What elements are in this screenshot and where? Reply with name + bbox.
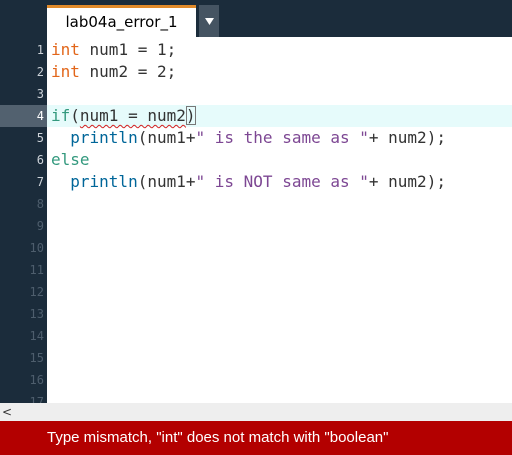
code-token: ( [70, 106, 80, 125]
code-token: int [51, 40, 80, 59]
line-number: 10 [29, 241, 44, 255]
code-line: println(num1+" is the same as "+ num2); [51, 127, 446, 149]
error-console: Type mismatch, "int" does not match with… [0, 421, 512, 455]
line-number: 9 [36, 219, 44, 233]
line-number: 2 [36, 65, 44, 79]
line-number-gutter: 1 2 3 4 5 6 7 8 9 10 11 12 13 14 15 16 17 [0, 37, 47, 403]
code-token: if [51, 106, 71, 125]
line-number: 16 [29, 373, 44, 387]
scroll-left-icon[interactable]: < [2, 404, 12, 420]
code-line: int num1 = 1; [51, 39, 176, 61]
code-token: " is the same as " [195, 128, 369, 147]
code-token: num2 = 2; [79, 62, 177, 81]
line-number: 7 [36, 175, 44, 189]
code-token: println [70, 128, 138, 147]
line-number: 12 [29, 285, 44, 299]
line-number: 1 [36, 43, 44, 57]
horizontal-scrollbar[interactable]: < [0, 403, 512, 421]
code-editor[interactable]: int num1 = 1; int num2 = 2; if(num1 = num2… [47, 37, 512, 403]
error-message: Type mismatch, "int" does not match with… [47, 429, 389, 446]
tab-label: lab04a_error_1 [65, 12, 178, 31]
line-number: 4 [36, 109, 44, 123]
tab-sketch[interactable]: lab04a_error_1 [47, 5, 196, 37]
line-number: 3 [36, 87, 44, 101]
code-token: num1 = num2 [79, 106, 186, 125]
code-token: else [51, 150, 90, 169]
line-number: 6 [36, 153, 44, 167]
line-number: 8 [36, 197, 44, 211]
tab-menu-button[interactable] [199, 5, 219, 37]
code-token: " is NOT same as " [195, 172, 369, 191]
code-line: int num2 = 2; [51, 61, 176, 83]
line-number: 14 [29, 329, 44, 343]
line-number: 5 [36, 131, 44, 145]
code-token: (num1+ [137, 128, 196, 147]
code-line: println(num1+" is NOT same as "+ num2); [51, 171, 446, 193]
line-number: 13 [29, 307, 44, 321]
line-number: 11 [29, 263, 44, 277]
code-token: println [70, 172, 138, 191]
chevron-down-icon [204, 17, 214, 25]
tab-bar: lab04a_error_1 [0, 0, 512, 37]
code-token: ) [185, 106, 196, 125]
line-number: 15 [29, 351, 44, 365]
code-token: int [51, 62, 80, 81]
code-token: + num2); [368, 172, 446, 191]
code-token: num1 = 1; [79, 40, 177, 59]
code-token: + num2); [368, 128, 446, 147]
code-line: if(num1 = num2) [51, 105, 196, 127]
code-token: (num1+ [137, 172, 196, 191]
line-number: 17 [29, 395, 44, 403]
code-line: else [51, 149, 90, 171]
